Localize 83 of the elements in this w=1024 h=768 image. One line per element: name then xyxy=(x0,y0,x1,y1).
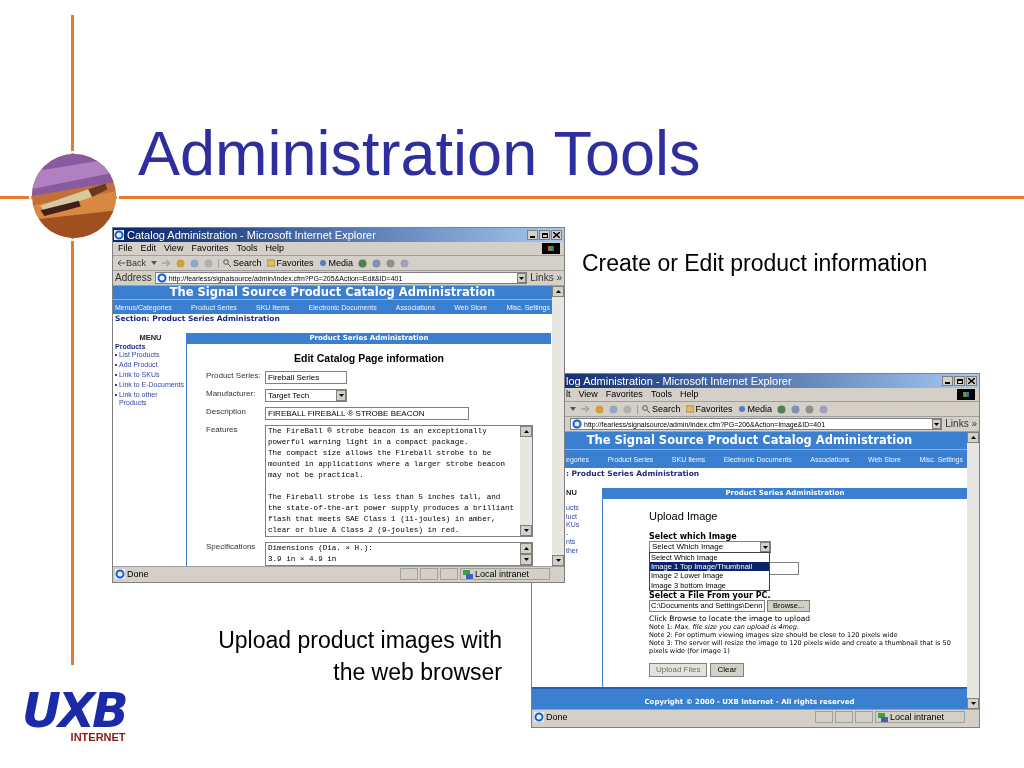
close-button[interactable] xyxy=(966,376,977,386)
menu-item[interactable]: Help xyxy=(679,390,699,399)
network-icon xyxy=(463,569,473,579)
windows-logo-icon xyxy=(542,243,560,254)
back-arrow-icon xyxy=(117,260,125,266)
close-button[interactable] xyxy=(551,230,562,240)
menu-item[interactable]: Edit xyxy=(140,244,157,253)
menu-item[interactable]: Tools xyxy=(650,390,672,399)
menu-item[interactable]: Tools xyxy=(236,244,258,253)
field-label: Specifications xyxy=(206,542,257,551)
windows-logo-icon xyxy=(957,389,975,400)
site-title: The Signal Source Product Catalog Administration xyxy=(586,434,913,447)
page-icon xyxy=(572,419,582,429)
logo-tagline: INTERNET xyxy=(70,732,126,743)
form-title: Upload Image xyxy=(649,511,718,522)
slide-title: Administration Tools xyxy=(138,122,701,185)
caret-icon[interactable] xyxy=(338,394,344,397)
folder-icon xyxy=(266,259,275,267)
slide-caption: Create or Edit product information xyxy=(582,249,928,278)
select-field[interactable]: Target Tech xyxy=(265,389,347,402)
address-label: Address xyxy=(115,273,152,283)
media-button[interactable]: Media xyxy=(318,258,354,268)
maximize-button[interactable] xyxy=(954,376,965,386)
search-icon xyxy=(223,259,231,267)
scroll-up-icon[interactable] xyxy=(970,436,976,439)
site-title: The Signal Source Product Catalog Administration xyxy=(169,286,496,299)
slide-caption: Upload product images with the web browser xyxy=(217,626,502,687)
favorites-button[interactable]: Favorites xyxy=(685,404,733,414)
minimize-button[interactable] xyxy=(527,230,538,240)
text-field[interactable]: FIREBALL FIREBALL ® STROBE BEACON xyxy=(265,407,469,420)
scrollbar[interactable] xyxy=(520,426,532,536)
select-field[interactable]: Select Which Image xyxy=(649,541,771,553)
menu-item[interactable]: Favorites xyxy=(605,390,643,399)
field-label: Features xyxy=(206,425,239,434)
page-icon xyxy=(115,569,125,579)
browser-icon xyxy=(114,230,124,240)
status-text: Done xyxy=(127,569,149,579)
logo-mark: UXB xyxy=(22,688,126,732)
scroll-down-icon[interactable] xyxy=(523,558,529,561)
window-title: log Administration - Microsoft Internet Explorer xyxy=(566,375,792,387)
menu-item[interactable]: View xyxy=(578,390,598,399)
search-icon xyxy=(642,405,650,413)
field-label: Product Series: xyxy=(206,371,262,380)
back-button[interactable]: Back xyxy=(117,258,146,268)
field-label: Description xyxy=(206,407,247,416)
form-title: Edit Catalog Page information xyxy=(294,352,444,363)
network-icon xyxy=(878,712,888,722)
search-button[interactable]: Search xyxy=(218,258,262,268)
text-area[interactable] xyxy=(265,425,533,537)
favorites-button[interactable]: Favorites xyxy=(266,258,314,268)
scroll-up-icon[interactable] xyxy=(523,547,529,550)
scroll-up-icon[interactable] xyxy=(555,290,561,293)
text-field[interactable]: Fireball Series xyxy=(265,371,347,384)
menu-item[interactable]: File xyxy=(118,244,133,253)
scroll-down-icon[interactable] xyxy=(555,559,561,562)
scrollbar[interactable] xyxy=(520,543,532,565)
minimize-button[interactable] xyxy=(942,376,953,386)
maximize-button[interactable] xyxy=(539,230,550,240)
folder-icon xyxy=(685,405,694,413)
menu-item[interactable]: Help xyxy=(265,244,284,253)
menu-item[interactable]: View xyxy=(164,244,184,253)
status-text: Done xyxy=(546,712,568,722)
scrollbar[interactable] xyxy=(967,432,979,709)
zone-text: Local intranet xyxy=(475,569,530,579)
page-icon xyxy=(156,273,167,283)
scroll-down-icon[interactable] xyxy=(970,702,976,705)
form-button[interactable]: Clear xyxy=(710,663,744,677)
media-button[interactable]: Media xyxy=(737,404,773,414)
file-label: Select a File From your PC. xyxy=(649,591,771,600)
scroll-up-icon[interactable] xyxy=(523,430,529,433)
select-label: Select which Image xyxy=(649,532,737,541)
page-icon xyxy=(534,712,544,722)
caret-icon[interactable] xyxy=(762,545,768,549)
menu-item[interactable]: Favorites xyxy=(191,244,229,253)
zone-text: Local intranet xyxy=(890,712,945,722)
search-button[interactable]: Search xyxy=(637,404,681,414)
scrollbar[interactable] xyxy=(552,286,564,566)
field-label: Manufacturer: xyxy=(206,389,257,398)
links-button[interactable]: Links » xyxy=(945,419,979,429)
scroll-down-icon[interactable] xyxy=(523,529,529,532)
window-title: Catalog Administration - Microsoft Internet Explorer xyxy=(127,229,376,241)
links-button[interactable]: Links » xyxy=(530,273,564,283)
menu-item[interactable]: lt xyxy=(566,390,571,399)
